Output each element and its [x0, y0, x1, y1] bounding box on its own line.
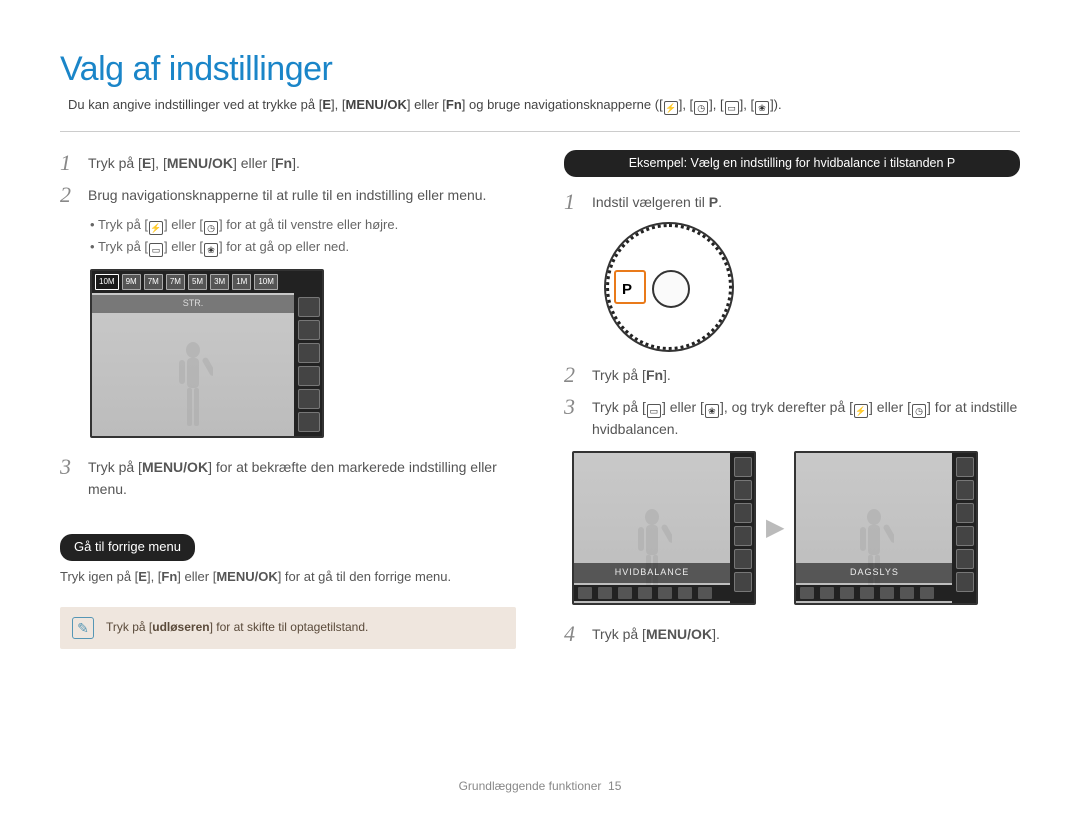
step-number: 1	[564, 189, 582, 215]
lcd-label: STR.	[92, 295, 294, 313]
bullet-up-down: Tryk på [▭] eller [❀] for at gå op eller…	[90, 237, 516, 257]
lcd-chip: 7M	[166, 274, 185, 290]
intro-text: Du kan angive indstillinger ved at trykk…	[60, 97, 1020, 132]
lcd-chip: 10M	[95, 274, 119, 290]
intro-prefix: Du kan angive indstillinger ved at trykk…	[68, 97, 322, 112]
macro-icon: ❀	[204, 243, 218, 257]
timer-icon: ◷	[204, 221, 218, 235]
left-step-3: 3 Tryk på [MENU/OK] for at bekræfte den …	[60, 454, 516, 500]
step-number: 2	[60, 182, 78, 208]
note-box: ✎ Tryk på [udløseren] for at skifte til …	[60, 607, 516, 649]
lcd-chip: 5M	[188, 274, 207, 290]
bullet-left-right: Tryk på [⚡] eller [◷] for at gå til vens…	[90, 215, 516, 235]
lcd-chip: 3M	[210, 274, 229, 290]
step-number: 2	[564, 362, 582, 388]
arrow-right-icon: ▶	[766, 509, 784, 546]
display-icon: ▭	[725, 101, 739, 115]
lcd-after: DAGSLYS	[794, 451, 978, 605]
intro-key-menu: MENU/OK	[345, 97, 406, 112]
intro-key-fn: Fn	[446, 97, 462, 112]
lcd-body	[92, 293, 294, 436]
right-step-4: 4 Tryk på [MENU/OK].	[564, 621, 1020, 647]
lcd-strip-label: DAGSLYS	[796, 563, 952, 583]
flash-icon: ⚡	[149, 221, 163, 235]
right-step-1: 1 Indstil vælgeren til P.	[564, 189, 1020, 215]
intro-key-e: E	[322, 97, 331, 112]
step-number: 3	[564, 394, 582, 440]
step-number: 4	[564, 621, 582, 647]
lcd-sidebar	[294, 293, 322, 436]
lcd-compare-row: HVIDBALANCE ▶ DAGSLYS	[572, 451, 1020, 605]
right-step-2: 2 Tryk på [Fn].	[564, 362, 1020, 388]
dial-mode-p: P	[622, 278, 632, 301]
lcd-chip: 10M	[254, 274, 278, 290]
lcd-chip: 1M	[232, 274, 251, 290]
right-step-3: 3 Tryk på [▭] eller [❀], og tryk derefte…	[564, 394, 1020, 440]
timer-icon: ◷	[694, 101, 708, 115]
left-step-2: 2 Brug navigationsknapperne til at rulle…	[60, 182, 516, 208]
right-column: Eksempel: Vælg en indstilling for hvidba…	[564, 150, 1020, 653]
display-icon: ▭	[647, 404, 661, 418]
step-number: 3	[60, 454, 78, 500]
step-number: 1	[60, 150, 78, 176]
content-columns: 1 Tryk på [E], [MENU/OK] eller [Fn]. 2 B…	[60, 150, 1020, 653]
flash-icon: ⚡	[854, 404, 868, 418]
macro-icon: ❀	[755, 101, 769, 115]
lcd-wb-icons	[796, 585, 952, 601]
lcd-chip: 7M	[144, 274, 163, 290]
silhouette-icon	[854, 507, 894, 597]
lcd-strip-label: HVIDBALANCE	[574, 563, 730, 583]
mode-dial: P	[604, 222, 734, 352]
silhouette-icon	[173, 340, 213, 430]
note-icon: ✎	[72, 617, 94, 639]
lcd-wb-icons	[574, 585, 730, 601]
lcd-before: HVIDBALANCE	[572, 451, 756, 605]
silhouette-icon	[632, 507, 672, 597]
example-heading: Eksempel: Vælg en indstilling for hvidba…	[564, 150, 1020, 177]
lcd-topbar: 10M 9M 7M 7M 5M 3M 1M 10M	[92, 271, 322, 293]
left-step-1: 1 Tryk på [E], [MENU/OK] eller [Fn].	[60, 150, 516, 176]
macro-icon: ❀	[705, 404, 719, 418]
go-back-heading: Gå til forrige menu	[60, 534, 195, 560]
left-column: 1 Tryk på [E], [MENU/OK] eller [Fn]. 2 B…	[60, 150, 516, 653]
camera-lcd: 10M 9M 7M 7M 5M 3M 1M 10M STR.	[90, 269, 324, 438]
page-title: Valg af indstillinger	[60, 50, 1020, 89]
page-footer: Grundlæggende funktioner 15	[0, 779, 1080, 793]
timer-icon: ◷	[912, 404, 926, 418]
lcd-chip: 9M	[122, 274, 141, 290]
page: Valg af indstillinger Du kan angive inds…	[0, 0, 1080, 815]
go-back-text: Tryk igen på [E], [Fn] eller [MENU/OK] f…	[60, 567, 516, 587]
flash-icon: ⚡	[664, 101, 678, 115]
display-icon: ▭	[149, 243, 163, 257]
left-bullets: Tryk på [⚡] eller [◷] for at gå til vens…	[90, 215, 516, 257]
